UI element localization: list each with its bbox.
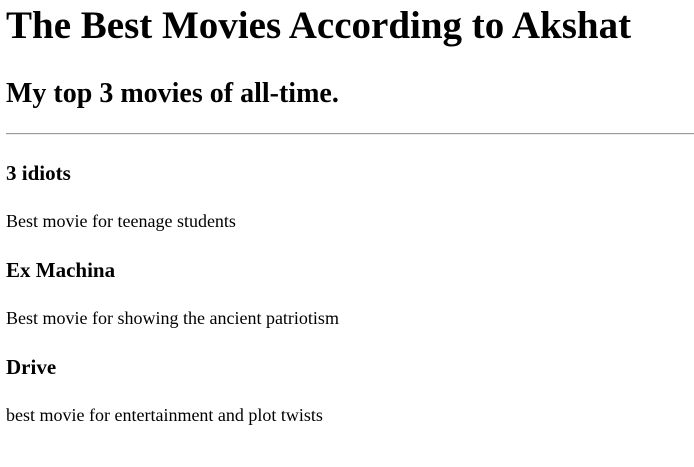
- movie-title: Drive: [6, 355, 57, 379]
- movie-description: Best movie for teenage students: [6, 211, 236, 231]
- movie-title: Ex Machina: [6, 258, 116, 282]
- movie-title: 3 idiots: [6, 161, 71, 185]
- movie-description: Best movie for showing the ancient patri…: [6, 308, 339, 328]
- page-content: The Best Movies According to Akshat My t…: [0, 0, 694, 467]
- horizontal-divider: [6, 133, 694, 135]
- page-title: The Best Movies According to Akshat: [6, 4, 632, 47]
- movie-description: best movie for entertainment and plot tw…: [6, 405, 323, 425]
- page-subtitle: My top 3 movies of all-time.: [6, 78, 339, 109]
